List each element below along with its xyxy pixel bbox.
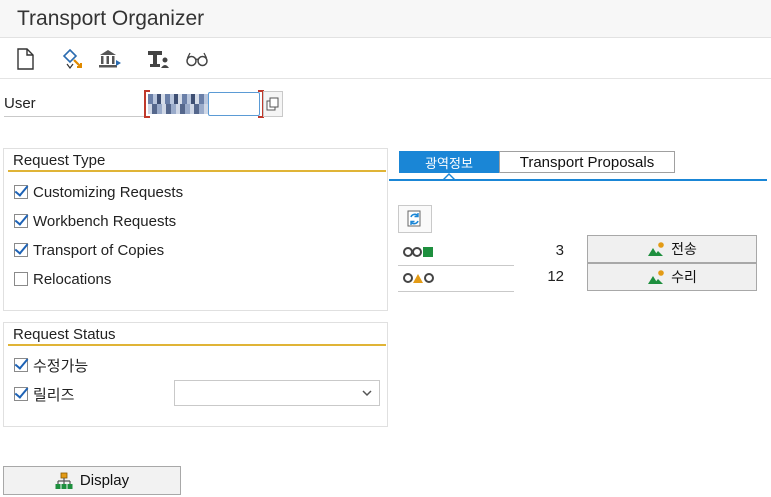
- copy-icon: [266, 97, 279, 111]
- proposal-count: 3: [555, 242, 564, 259]
- chk-workbench-requests[interactable]: Workbench Requests: [14, 211, 176, 231]
- row-underline: [398, 291, 514, 292]
- button-label: 전송: [671, 241, 697, 257]
- request-status-title: Request Status: [13, 326, 116, 343]
- chk-transport-of-copies[interactable]: Transport of Copies: [14, 240, 164, 260]
- application-toolbar: [0, 39, 771, 79]
- checkbox[interactable]: [14, 214, 28, 228]
- request-type-group: Request Type Customizing Requests Workbe…: [3, 148, 388, 311]
- value-help-button[interactable]: [263, 91, 283, 117]
- request-type-title: Request Type: [13, 152, 106, 169]
- user-field[interactable]: [144, 90, 264, 118]
- request-status-group: Request Status 수정가능 릴리즈: [3, 322, 388, 427]
- hierarchy-icon: [55, 472, 73, 490]
- checkbox-label: 릴리즈: [33, 386, 75, 404]
- user-label: User: [4, 95, 36, 112]
- tab-underline: [389, 179, 767, 181]
- chk-released[interactable]: 릴리즈: [14, 384, 74, 404]
- group-underline: [8, 344, 386, 346]
- tool-user-icon[interactable]: [145, 47, 171, 71]
- refresh-button[interactable]: [398, 205, 432, 233]
- window-title: Transport Organizer: [17, 7, 205, 30]
- new-document-icon[interactable]: [12, 47, 38, 71]
- checkbox[interactable]: [14, 243, 28, 257]
- title-bar: Transport Organizer: [0, 0, 771, 38]
- tab-transport-proposals[interactable]: Transport Proposals: [499, 151, 675, 173]
- row-underline: [398, 265, 514, 266]
- transfer-button[interactable]: 전송: [587, 235, 757, 263]
- checkbox-label: 수정가능: [33, 357, 89, 375]
- checkbox[interactable]: [14, 358, 28, 372]
- button-label: 수리: [671, 269, 697, 285]
- checkbox-label: Relocations: [33, 270, 112, 288]
- glasses-icon[interactable]: [184, 47, 210, 71]
- status-icons-circle-triangle-circle: [402, 271, 438, 289]
- checkbox-label: Transport of Copies: [33, 241, 165, 259]
- chk-customizing-requests[interactable]: Customizing Requests: [14, 182, 183, 202]
- repair-button[interactable]: 수리: [587, 263, 757, 291]
- button-label: Display: [79, 472, 130, 489]
- user-label-underline: [4, 116, 144, 117]
- checkbox[interactable]: [14, 272, 28, 286]
- checkbox[interactable]: [14, 387, 28, 401]
- proposal-count: 12: [547, 268, 564, 285]
- diamond-arrow-icon[interactable]: [60, 47, 86, 71]
- bank-transfer-icon[interactable]: [97, 47, 123, 71]
- mountain-sun-icon: [647, 269, 665, 285]
- chk-relocations[interactable]: Relocations: [14, 269, 111, 289]
- tab-global-info[interactable]: 광역정보: [399, 151, 499, 173]
- checkbox-label: Customizing Requests: [33, 183, 184, 201]
- release-date-select[interactable]: [174, 380, 380, 406]
- tab-strip: 광역정보 Transport Proposals: [389, 148, 767, 184]
- redacted-user-value: [148, 94, 208, 114]
- refresh-icon: [407, 210, 421, 227]
- display-button[interactable]: Display: [3, 466, 181, 495]
- chk-modifiable[interactable]: 수정가능: [14, 355, 88, 375]
- group-underline: [8, 170, 386, 172]
- chevron-down-icon: [362, 390, 372, 397]
- checkbox[interactable]: [14, 185, 28, 199]
- status-icons-circle-circle-square: [402, 245, 438, 263]
- checkbox-label: Workbench Requests: [33, 212, 177, 230]
- mountain-sun-icon: [647, 241, 665, 257]
- user-input[interactable]: [208, 92, 260, 116]
